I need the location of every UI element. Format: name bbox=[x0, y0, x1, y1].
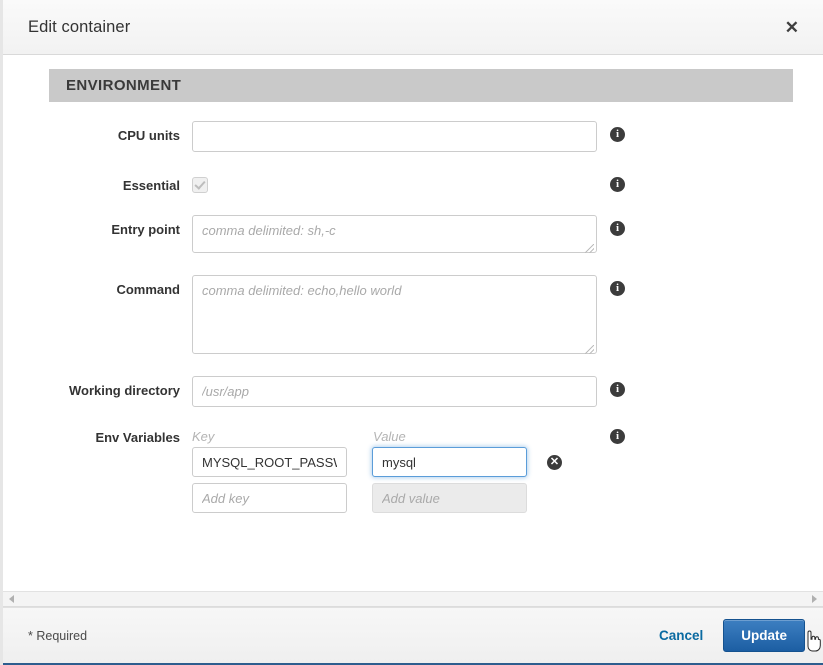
entry-point-textarea[interactable] bbox=[192, 215, 597, 253]
env-add-key-input[interactable] bbox=[192, 483, 347, 513]
command-textarea[interactable] bbox=[192, 275, 597, 354]
cpu-units-info-icon[interactable]: i bbox=[610, 127, 625, 142]
env-variables-label: Env Variables bbox=[95, 430, 180, 445]
dialog-title: Edit container bbox=[28, 17, 131, 36]
cpu-units-input[interactable] bbox=[192, 121, 597, 152]
env-key-input[interactable] bbox=[192, 447, 347, 477]
cancel-button[interactable]: Cancel bbox=[659, 628, 703, 643]
env-variable-row: ✕ bbox=[192, 447, 597, 477]
update-button[interactable]: Update bbox=[723, 619, 805, 652]
section-heading-label: ENVIRONMENT bbox=[66, 77, 182, 94]
env-key-column-header: Key bbox=[192, 429, 215, 444]
env-value-column-header: Value bbox=[373, 429, 406, 444]
dialog-body: ENVIRONMENT CPU units i Essential i Entr… bbox=[3, 55, 823, 591]
env-variables-info-icon[interactable]: i bbox=[610, 429, 625, 444]
essential-info-icon[interactable]: i bbox=[610, 177, 625, 192]
command-label: Command bbox=[116, 282, 180, 297]
form-row-entry-point: Entry point i bbox=[3, 215, 823, 256]
env-variable-row bbox=[192, 483, 597, 513]
dialog-footer: * Required Cancel Update bbox=[3, 607, 823, 665]
form-row-essential: Essential i bbox=[3, 171, 823, 196]
env-value-input[interactable] bbox=[372, 447, 527, 477]
essential-checkbox[interactable] bbox=[192, 177, 208, 193]
dialog-titlebar: Edit container ✕ bbox=[3, 0, 823, 55]
working-directory-input[interactable] bbox=[192, 376, 597, 407]
env-add-value-input[interactable] bbox=[372, 483, 527, 513]
form-row-cpu-units: CPU units i bbox=[3, 121, 823, 152]
required-note: * Required bbox=[28, 628, 88, 643]
entry-point-info-icon[interactable]: i bbox=[610, 221, 625, 236]
form-row-env-variables: Env Variables Key Value ✕ bbox=[3, 429, 823, 519]
entry-point-label: Entry point bbox=[111, 222, 180, 237]
edit-container-dialog: Edit container ✕ ENVIRONMENT CPU units i… bbox=[0, 0, 823, 665]
remove-env-variable-icon[interactable]: ✕ bbox=[547, 454, 562, 470]
chevron-left-icon[interactable] bbox=[9, 595, 14, 603]
form-row-working-directory: Working directory i bbox=[3, 376, 823, 407]
environment-section-header: ENVIRONMENT bbox=[49, 69, 793, 102]
mouse-cursor bbox=[807, 630, 821, 652]
horizontal-scrollbar[interactable] bbox=[3, 591, 823, 607]
working-directory-info-icon[interactable]: i bbox=[610, 382, 625, 397]
form-row-command: Command i bbox=[3, 275, 823, 357]
chevron-right-icon[interactable] bbox=[812, 595, 817, 603]
cpu-units-label: CPU units bbox=[117, 128, 180, 143]
close-icon[interactable]: ✕ bbox=[779, 16, 805, 39]
working-directory-label: Working directory bbox=[68, 383, 180, 398]
essential-label: Essential bbox=[122, 178, 180, 193]
command-info-icon[interactable]: i bbox=[610, 281, 625, 296]
env-variables-column-headers: Key Value bbox=[192, 429, 597, 444]
